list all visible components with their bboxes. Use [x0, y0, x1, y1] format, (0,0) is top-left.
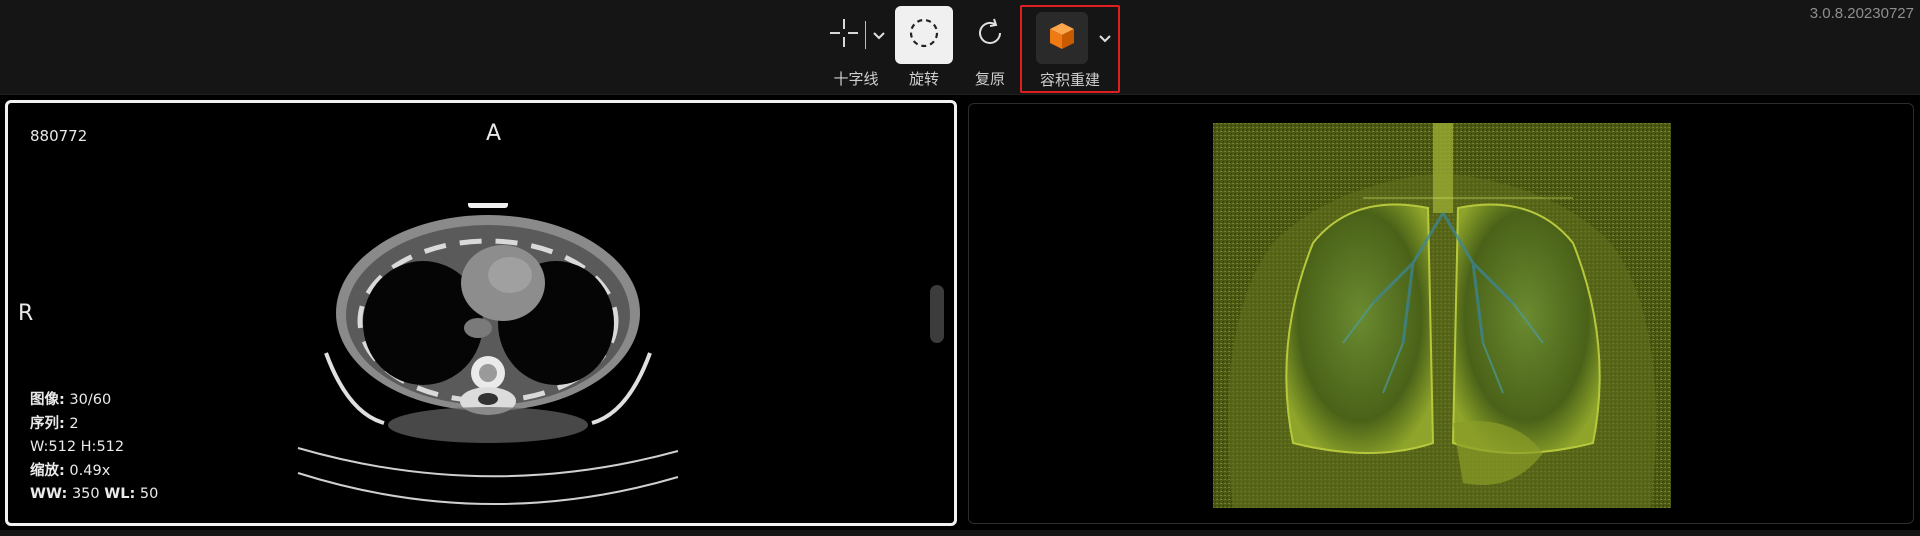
patient-id: 880772 [30, 127, 88, 145]
reset-label: 复原 [974, 70, 1005, 88]
axial-viewport[interactable]: 880772 A R 图像: 30/60 序列: 2 W:512 H:512 缩… [5, 100, 957, 526]
volume-reconstruction-button[interactable] [1036, 12, 1088, 64]
image-info-overlay: 图像: 30/60 序列: 2 W:512 H:512 缩放: 0.49x WW… [30, 389, 158, 507]
separator [864, 21, 866, 49]
volume-reconstruction-label: 容积重建 [1039, 71, 1100, 89]
ct-slice-image [297, 203, 679, 505]
toolbar: 3.0.8.20230727 十字线 旋转 复原 容积重建 [0, 0, 1920, 95]
crosshair-icon[interactable] [827, 16, 861, 54]
image-size-row: W:512 H:512 [30, 439, 125, 455]
rotate-icon [907, 16, 941, 54]
bottom-border [0, 530, 1920, 536]
crosshair-tool[interactable]: 十字线 [812, 6, 900, 89]
image-index-row: 图像: 30/60 [30, 392, 112, 408]
reset-icon [973, 16, 1007, 54]
volume-reconstruction-tool[interactable]: 容积重建 [1020, 5, 1120, 93]
crosshair-label: 十字线 [833, 70, 879, 88]
slice-scrollbar-thumb[interactable] [930, 285, 944, 343]
cube-icon [1046, 20, 1078, 56]
orientation-marker-left: R [18, 301, 34, 326]
chevron-down-icon[interactable] [1098, 29, 1112, 48]
volume-rendering-viewport[interactable] [968, 103, 1914, 524]
rotate-label: 旋转 [908, 70, 939, 88]
chevron-down-icon[interactable] [872, 26, 886, 45]
window-level-row: WW: 350 WL: 50 [30, 486, 159, 502]
volume-rendering-image [1213, 123, 1671, 508]
series-row: 序列: 2 [30, 415, 79, 432]
reset-tool[interactable]: 复原 [962, 6, 1018, 89]
orientation-marker-top: A [486, 121, 502, 146]
zoom-row: 缩放: 0.49x [30, 462, 111, 479]
rotate-tool[interactable]: 旋转 [894, 6, 954, 89]
rotate-button[interactable] [895, 6, 953, 64]
reset-button[interactable] [961, 6, 1019, 64]
version-label: 3.0.8.20230727 [1809, 5, 1914, 22]
